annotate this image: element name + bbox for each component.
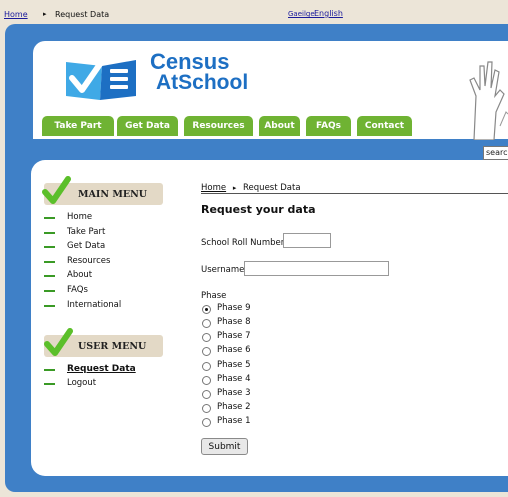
breadcrumb-divider	[201, 193, 508, 194]
checkmark-icon	[42, 176, 71, 204]
radio-icon[interactable]	[202, 333, 211, 342]
logo-atschool-text: AtSchool	[156, 71, 249, 94]
radio-icon[interactable]	[202, 390, 211, 399]
phase-option-label: Phase 6	[217, 345, 251, 355]
phase-option-label: Phase 5	[217, 360, 251, 370]
bullet-dash-icon	[44, 232, 55, 234]
radio-icon[interactable]	[202, 418, 211, 427]
nav-resources[interactable]: Resources	[184, 116, 253, 136]
breadcrumb: Home ▸ Request Data	[201, 183, 301, 193]
top-breadcrumb-separator-icon: ▸	[43, 10, 47, 18]
menu-item-label: Home	[67, 212, 93, 222]
radio-icon[interactable]	[202, 362, 211, 371]
menu-item-label: Get Data	[67, 241, 106, 251]
school-roll-input[interactable]	[283, 233, 331, 248]
top-bar: Home ▸ Request Data Gaeilge English	[0, 0, 508, 24]
census-at-school-logo-icon	[66, 60, 136, 100]
breadcrumb-current: Request Data	[243, 183, 301, 193]
phase-label: Phase	[201, 291, 227, 301]
username-input[interactable]	[244, 261, 389, 276]
breadcrumb-home-link[interactable]: Home	[201, 183, 226, 193]
main-menu-title: MAIN MENU	[78, 189, 148, 200]
breadcrumb-separator-icon: ▸	[232, 184, 237, 192]
page-title: Request your data	[201, 203, 316, 216]
bullet-dash-icon	[44, 290, 55, 292]
phase-option-label: Phase 2	[217, 402, 251, 412]
menu-item-label: Request Data	[67, 364, 136, 374]
nav-about[interactable]: About	[259, 116, 300, 136]
nav-take-part[interactable]: Take Part	[42, 116, 114, 136]
language-english-link[interactable]: English	[314, 9, 343, 18]
nav-contact[interactable]: Contact	[357, 116, 412, 136]
bullet-dash-icon	[44, 275, 55, 277]
logo-census-text: Census	[150, 49, 230, 74]
phase-option-label: Phase 9	[217, 303, 251, 313]
bullet-dash-icon	[44, 383, 55, 385]
phase-option-label: Phase 8	[217, 317, 251, 327]
radio-icon[interactable]	[202, 404, 211, 413]
checkmark-icon	[44, 328, 73, 356]
radio-icon[interactable]	[202, 347, 211, 356]
radio-icon[interactable]	[202, 319, 211, 328]
raised-hands-icon	[469, 61, 508, 140]
phase-option-label: Phase 3	[217, 388, 251, 398]
nav-get-data[interactable]: Get Data	[117, 116, 178, 136]
bullet-dash-icon	[44, 217, 55, 219]
bullet-dash-icon	[44, 246, 55, 248]
top-breadcrumb-home-link[interactable]: Home	[4, 10, 28, 19]
logo-wordmark: Census AtSchool	[150, 49, 249, 94]
menu-item-label: International	[67, 300, 122, 310]
menu-item-label: Logout	[67, 378, 97, 388]
top-breadcrumb-current: Request Data	[55, 10, 110, 19]
username-label: Username	[201, 265, 245, 275]
user-menu-title: USER MENU	[78, 341, 147, 352]
nav-faqs[interactable]: FAQs	[306, 116, 351, 136]
radio-icon[interactable]	[202, 376, 211, 385]
menu-item-label: Resources	[67, 256, 111, 266]
phase-option-label: Phase 4	[217, 374, 251, 384]
bullet-dash-icon	[44, 261, 55, 263]
radio-selected-icon[interactable]	[202, 305, 211, 314]
menu-item-label: Take Part	[67, 227, 106, 237]
phase-option-label: Phase 1	[217, 416, 251, 426]
menu-item-label: About	[67, 270, 93, 280]
school-roll-label: School Roll Number	[201, 238, 285, 248]
bullet-dash-icon	[44, 305, 55, 307]
search-input[interactable]: searc	[483, 146, 508, 160]
submit-button[interactable]: Submit	[201, 438, 248, 455]
language-irish-link[interactable]: Gaeilge	[288, 10, 315, 18]
menu-item-label: FAQs	[67, 285, 88, 295]
bullet-dash-icon	[44, 369, 55, 371]
phase-option-label: Phase 7	[217, 331, 251, 341]
